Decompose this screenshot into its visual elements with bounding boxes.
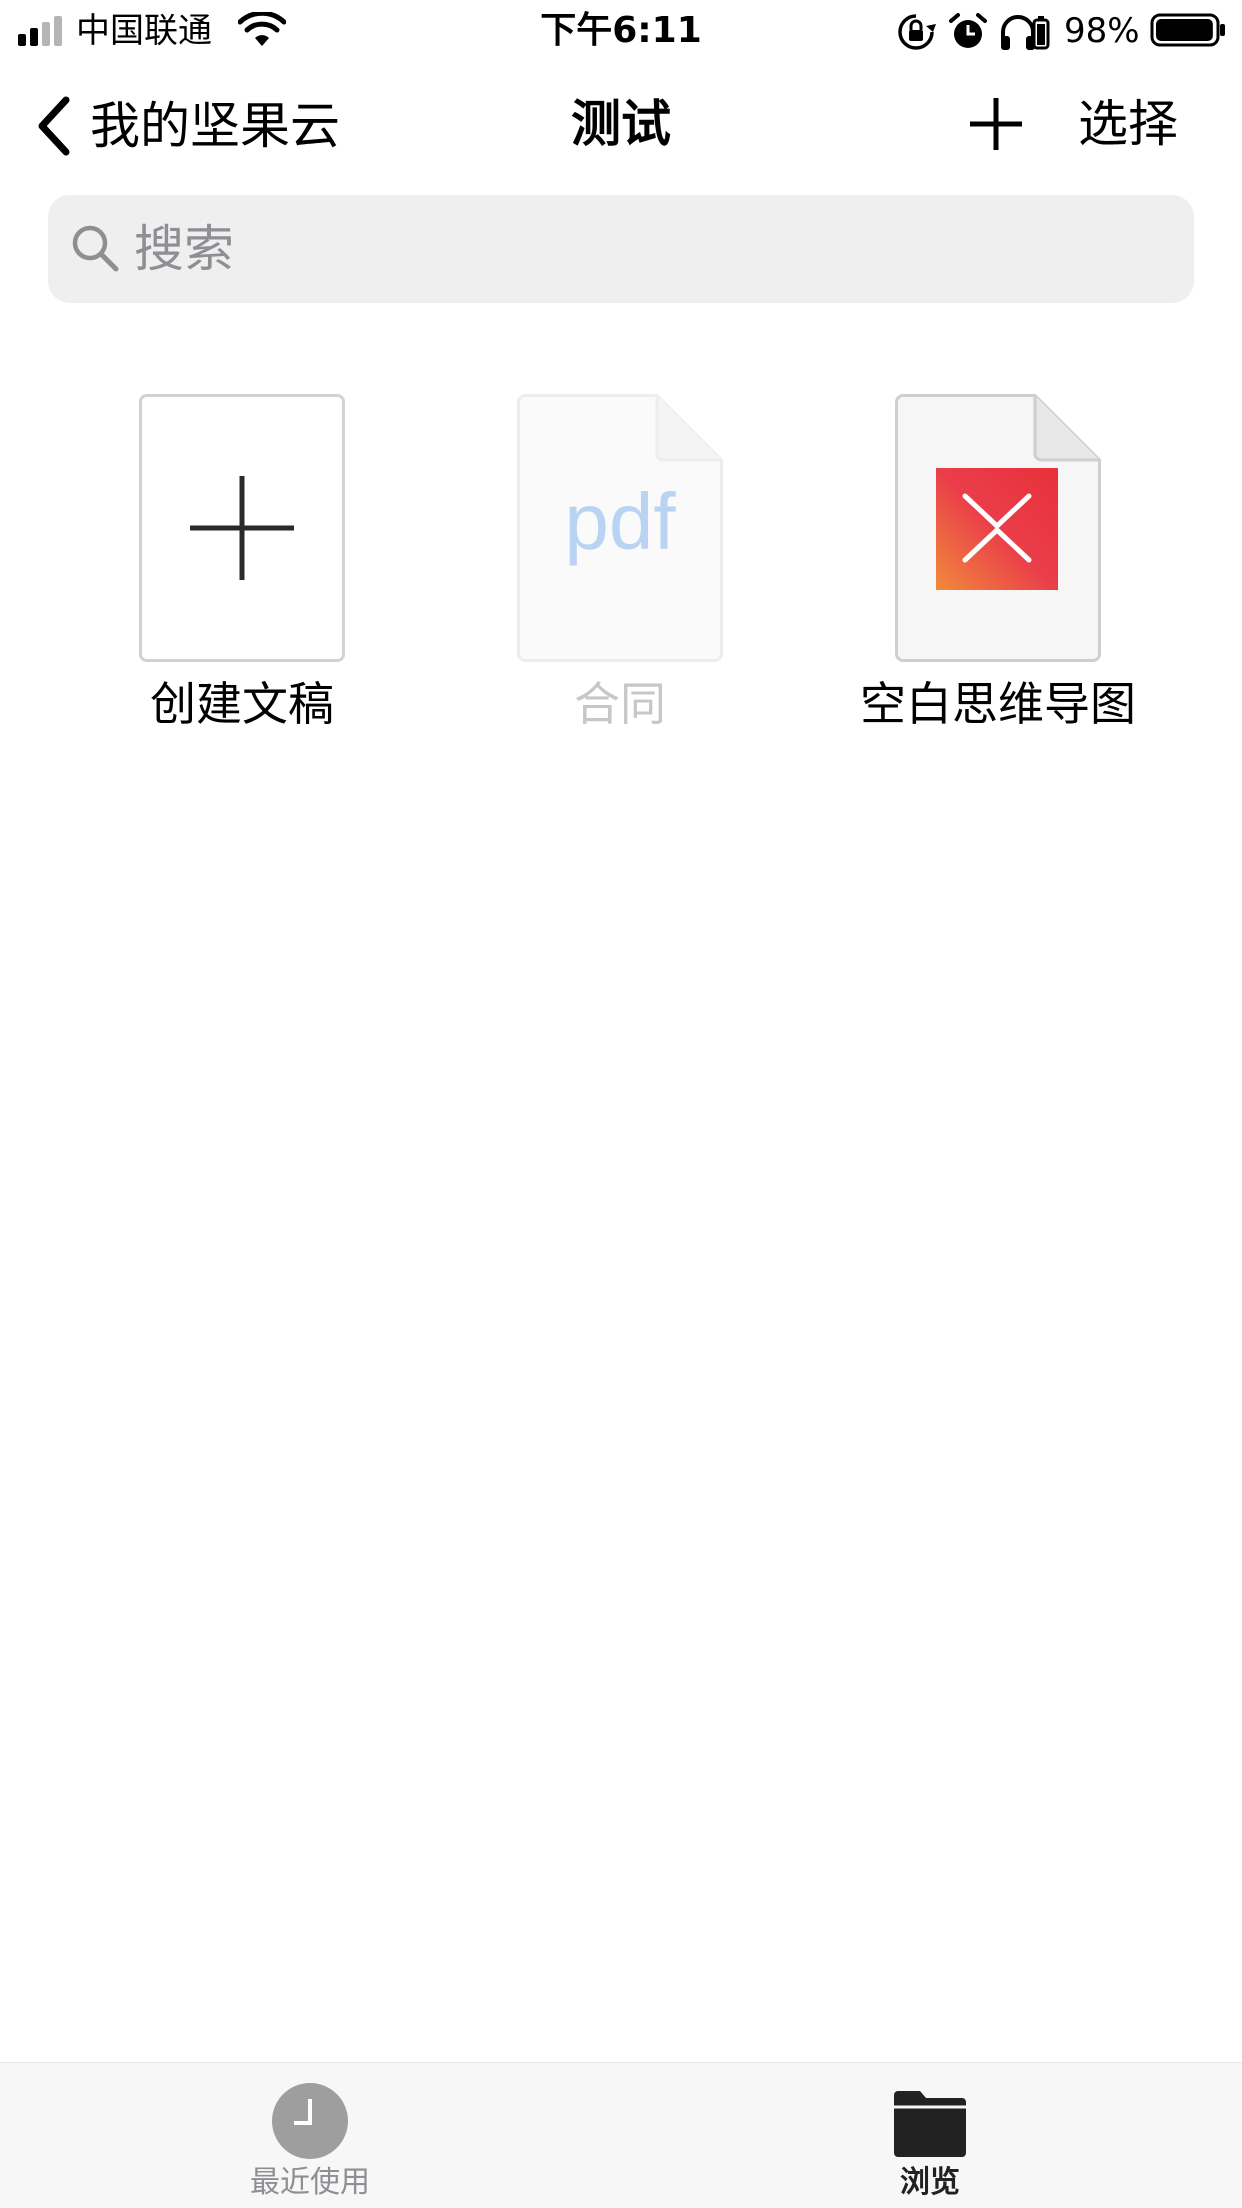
blank-mindmap-item[interactable]: 空白思维导图 bbox=[818, 390, 1178, 740]
status-time: 下午6:11 bbox=[540, 10, 702, 51]
headphone-battery-icon bbox=[1032, 16, 1050, 50]
battery-percent: 98% bbox=[1064, 11, 1140, 51]
select-button[interactable]: 选择 bbox=[1078, 92, 1178, 156]
folder-icon bbox=[894, 2091, 966, 2157]
item-label: 创建文稿 bbox=[150, 677, 334, 731]
clock-icon bbox=[272, 2083, 348, 2159]
pdf-file-icon: pdf bbox=[517, 394, 723, 662]
page-title: 测试 bbox=[571, 95, 671, 153]
page: 中国联通 下午6:11 98% 我的坚果云 测试 选择 搜索 创建文稿 pdf … bbox=[0, 0, 1242, 2208]
tab-browse[interactable]: 浏览 bbox=[780, 2063, 1080, 2208]
item-label: 空白思维导图 bbox=[860, 677, 1136, 731]
battery-icon bbox=[1150, 13, 1225, 47]
search-input[interactable] bbox=[134, 209, 1174, 289]
navigation-bar: 我的坚果云 测试 选择 bbox=[0, 62, 1242, 190]
orientation-lock-icon bbox=[898, 14, 936, 50]
search-bar[interactable] bbox=[48, 195, 1194, 303]
tab-recent[interactable]: 最近使用 bbox=[160, 2063, 460, 2208]
plus-icon[interactable] bbox=[964, 92, 1028, 156]
plus-icon bbox=[139, 394, 345, 662]
tab-recent-label: 最近使用 bbox=[250, 2165, 370, 2200]
xmind-file-icon bbox=[895, 394, 1101, 662]
pdf-thumb-text: pdf bbox=[564, 477, 676, 566]
tab-browse-label: 浏览 bbox=[900, 2165, 960, 2200]
status-bar: 中国联通 下午6:11 98% bbox=[0, 0, 1242, 62]
search-icon bbox=[72, 225, 119, 272]
tab-bar: 最近使用 浏览 bbox=[0, 2062, 1242, 2208]
alarm-icon bbox=[949, 13, 987, 48]
create-document-item[interactable]: 创建文稿 bbox=[62, 390, 422, 740]
item-label: 合同 bbox=[574, 677, 666, 731]
pdf-file-item[interactable]: pdf 合同 bbox=[440, 390, 800, 740]
